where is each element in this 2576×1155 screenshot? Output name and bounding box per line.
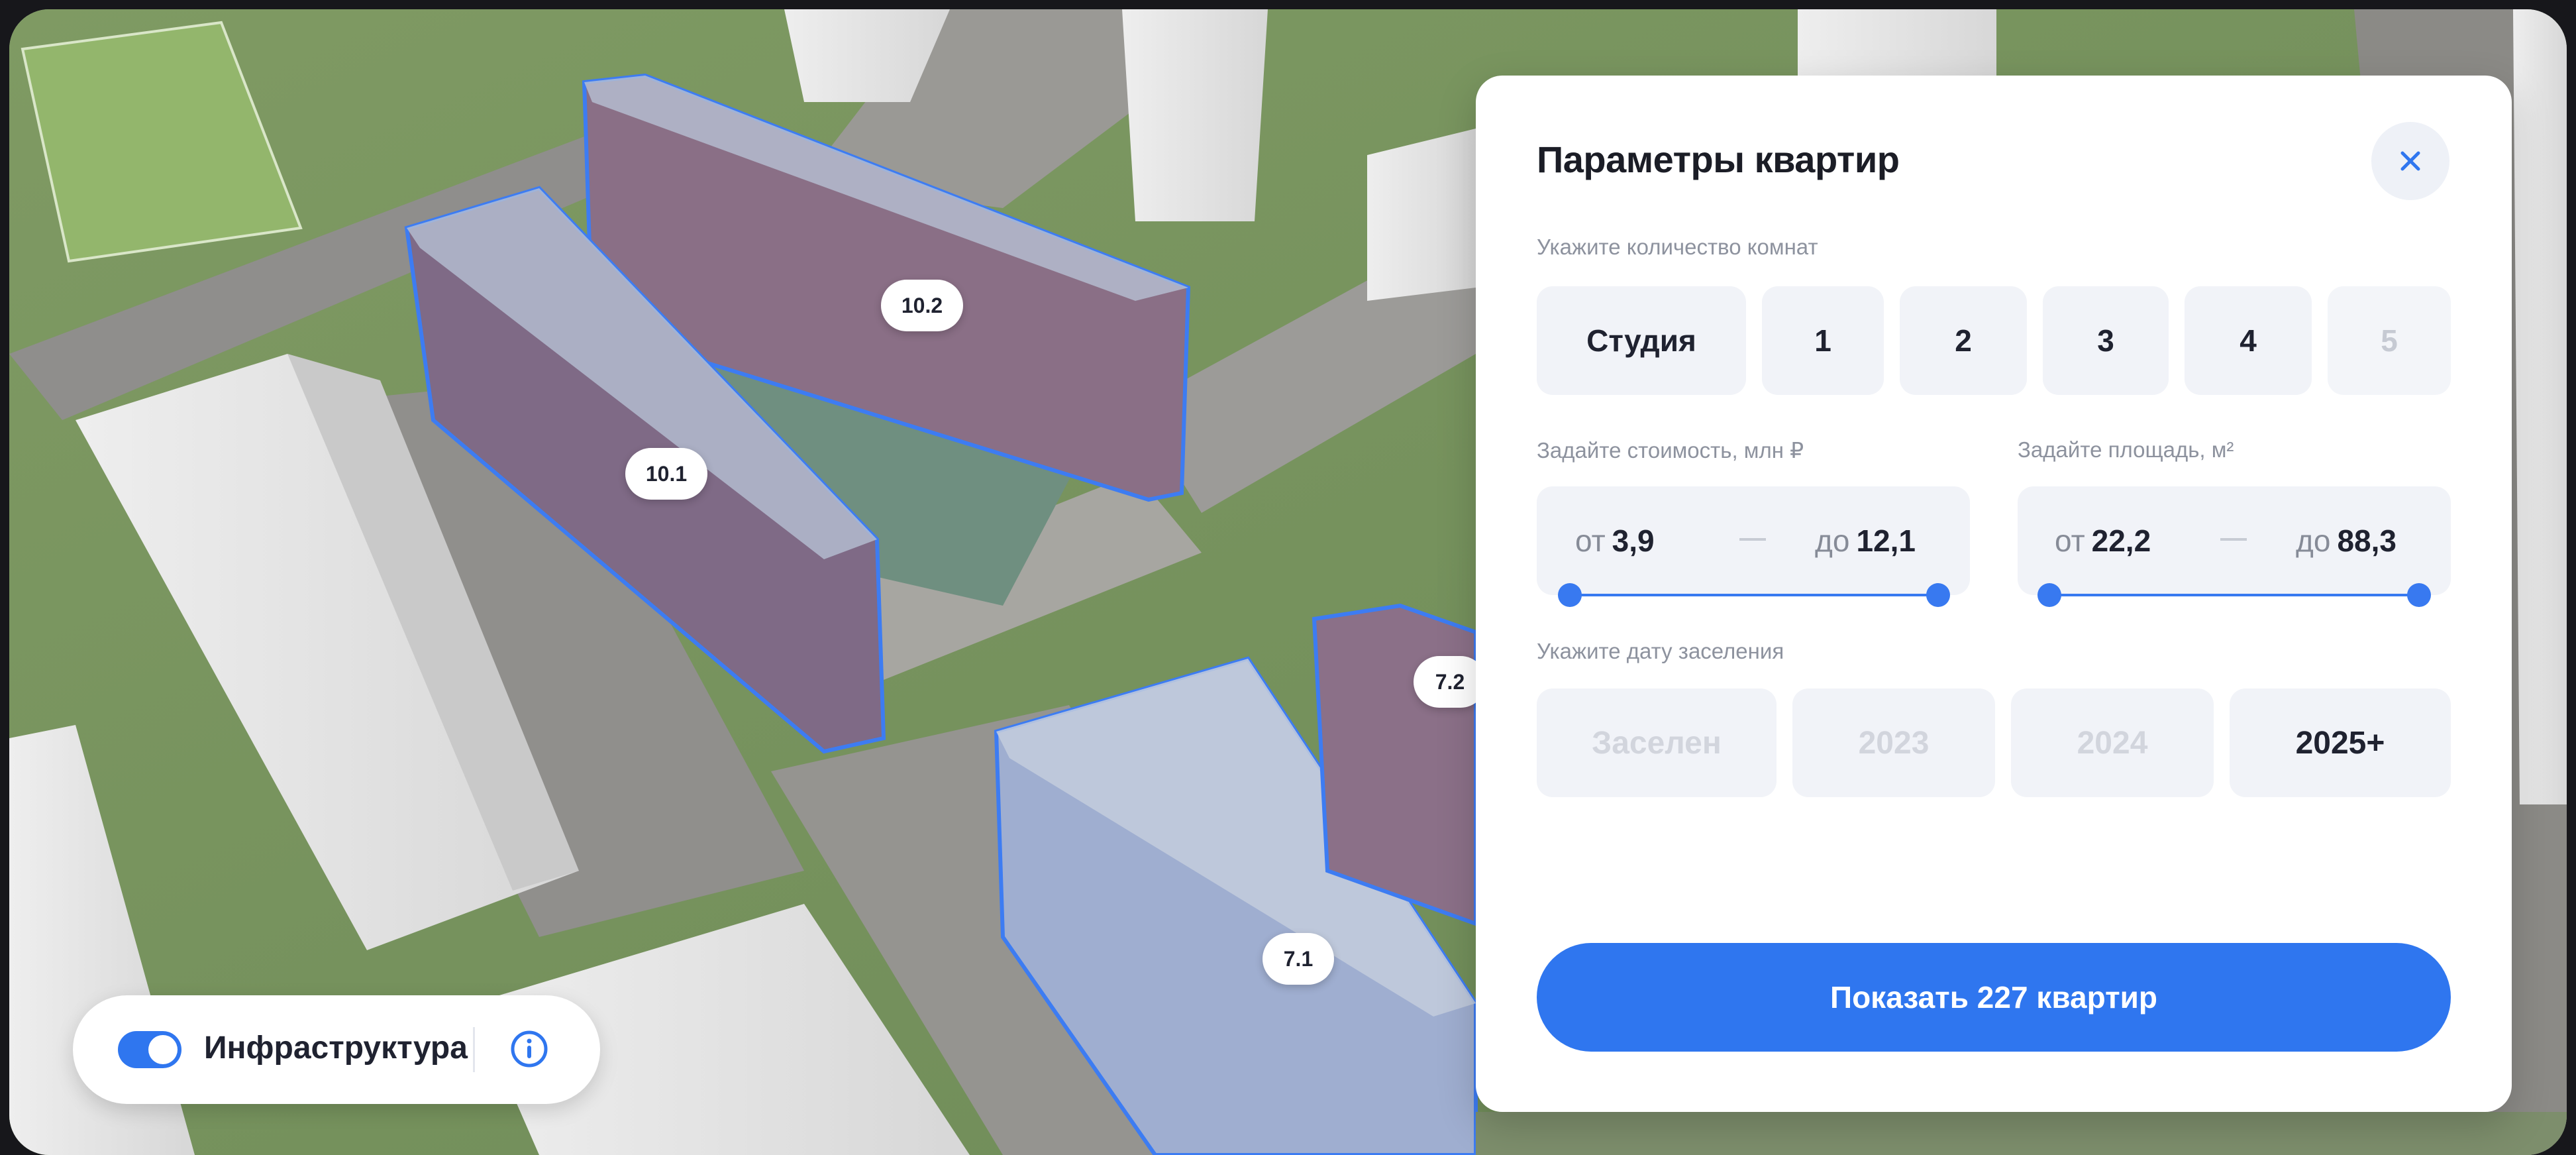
toggle-knob	[148, 1035, 178, 1064]
price-range[interactable]: от 3,9 до 12,1	[1537, 486, 1970, 595]
close-icon	[2400, 151, 2420, 171]
room-chip-5: 5	[2328, 286, 2451, 395]
price-from-value: 3,9	[1612, 523, 1655, 558]
room-chip-3[interactable]: 3	[2043, 286, 2169, 395]
date-chip-2024: 2024	[2011, 688, 2214, 797]
room-chip-4[interactable]: 4	[2185, 286, 2312, 395]
date-chip-2025-plus[interactable]: 2025+	[2230, 688, 2451, 797]
area-from-value: 22,2	[2091, 523, 2151, 558]
price-to-prefix: до	[1815, 523, 1850, 558]
area-slider-max-handle[interactable]	[2407, 583, 2431, 607]
panel-title: Параметры квартир	[1537, 138, 1900, 180]
info-icon[interactable]	[510, 1030, 548, 1068]
apartment-filter-panel: Параметры квартир Укажите количество ком…	[1476, 76, 2512, 1112]
building-label-10-1[interactable]: 10.1	[625, 448, 707, 500]
price-from-prefix: от	[1575, 523, 1606, 558]
area-range[interactable]: от 22,2 до 88,3	[2018, 486, 2451, 595]
infrastructure-toggle-panel: Инфраструктура	[73, 995, 600, 1104]
area-from[interactable]: от 22,2	[2055, 523, 2151, 559]
close-button[interactable]	[2371, 122, 2449, 200]
price-to-value: 12,1	[1856, 523, 1916, 558]
area-slider-track[interactable]	[2049, 594, 2419, 596]
divider	[473, 1027, 475, 1072]
building-label-10-2[interactable]: 10.2	[881, 280, 963, 331]
area-to-value: 88,3	[2337, 523, 2396, 558]
price-to[interactable]: до 12,1	[1815, 523, 1916, 559]
show-apartments-button[interactable]: Показать 227 квартир	[1537, 943, 2451, 1052]
room-chip-1[interactable]: 1	[1762, 286, 1884, 395]
date-chip-2023: 2023	[1792, 688, 1995, 797]
infrastructure-toggle[interactable]	[118, 1031, 181, 1068]
area-separator	[2220, 538, 2247, 541]
area-from-prefix: от	[2055, 523, 2085, 558]
area-to-prefix: до	[2296, 523, 2331, 558]
area-label: Задайте площадь, м²	[2018, 437, 2234, 462]
date-label: Укажите дату заселения	[1537, 639, 1784, 663]
room-chip-studio[interactable]: Студия	[1537, 286, 1746, 395]
price-slider-min-handle[interactable]	[1558, 583, 1582, 607]
price-slider-max-handle[interactable]	[1926, 583, 1950, 607]
area-to[interactable]: до 88,3	[2296, 523, 2396, 559]
price-label: Задайте стоимость, млн ₽	[1537, 438, 1804, 463]
price-separator	[1739, 538, 1766, 541]
rooms-label: Укажите количество комнат	[1537, 235, 1818, 259]
building-label-7-1[interactable]: 7.1	[1262, 933, 1334, 985]
price-from[interactable]: от 3,9	[1575, 523, 1655, 559]
room-chip-2[interactable]: 2	[1900, 286, 2027, 395]
infrastructure-label: Инфраструктура	[204, 1030, 468, 1066]
area-slider-min-handle[interactable]	[2037, 583, 2061, 607]
price-slider-track[interactable]	[1570, 594, 1938, 596]
map-viewport[interactable]: 10.2 10.1 7.2 7.1 Инфраструктура Парамет…	[9, 9, 2567, 1155]
date-chip-settled: Заселен	[1537, 688, 1777, 797]
